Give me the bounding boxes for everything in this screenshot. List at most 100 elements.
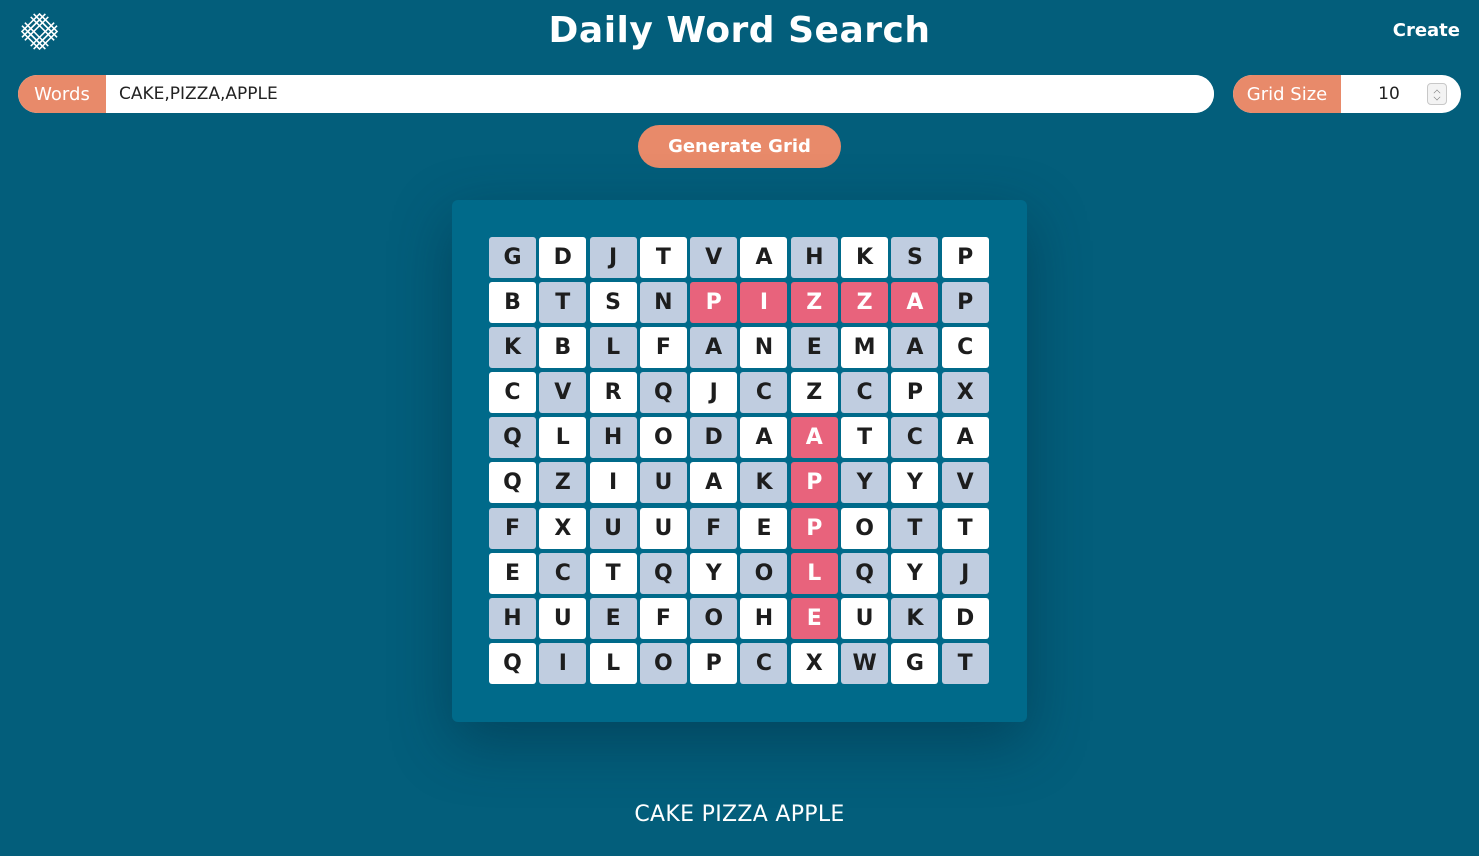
grid-cell[interactable]: Z — [841, 282, 889, 324]
grid-cell[interactable]: Q — [489, 462, 536, 504]
grid-cell[interactable]: Z — [790, 372, 838, 414]
grid-cell[interactable]: Y — [891, 462, 939, 504]
create-link[interactable]: Create — [1393, 20, 1460, 41]
grid-cell[interactable]: P — [941, 282, 989, 324]
grid-cell[interactable]: J — [690, 372, 738, 414]
grid-cell[interactable]: H — [489, 597, 536, 639]
grid-cell[interactable]: F — [639, 327, 687, 369]
grid-cell[interactable]: T — [941, 507, 989, 549]
letter-grid[interactable]: GDJTVAHKSPBTSNPIZZAPKBLFANEMACCVRQJCZCPX… — [489, 237, 989, 684]
grid-cell[interactable]: P — [941, 237, 989, 278]
grid-cell[interactable]: T — [539, 282, 587, 324]
grid-cell[interactable]: H — [589, 417, 637, 459]
grid-cell[interactable]: P — [790, 507, 838, 549]
grid-cell[interactable]: I — [740, 282, 788, 324]
grid-cell[interactable]: L — [589, 642, 637, 684]
grid-cell[interactable]: Z — [790, 282, 838, 324]
grid-cell[interactable]: U — [539, 597, 587, 639]
grid-cell[interactable]: P — [790, 462, 838, 504]
grid-cell[interactable]: K — [489, 327, 536, 369]
grid-cell[interactable]: E — [740, 507, 788, 549]
grid-cell[interactable]: O — [841, 507, 889, 549]
grid-cell[interactable]: B — [539, 327, 587, 369]
generate-grid-button[interactable]: Generate Grid — [638, 125, 841, 168]
grid-cell[interactable]: P — [891, 372, 939, 414]
grid-size-stepper[interactable] — [1427, 83, 1447, 105]
grid-cell[interactable]: I — [589, 462, 637, 504]
chevron-down-icon[interactable] — [1433, 93, 1441, 101]
grid-cell[interactable]: Y — [891, 552, 939, 594]
grid-cell[interactable]: V — [941, 462, 989, 504]
grid-cell[interactable]: X — [790, 642, 838, 684]
grid-cell[interactable]: W — [841, 642, 889, 684]
grid-cell[interactable]: L — [790, 552, 838, 594]
grid-cell[interactable]: P — [690, 282, 738, 324]
grid-cell[interactable]: Y — [690, 552, 738, 594]
grid-cell[interactable]: C — [941, 327, 989, 369]
grid-cell[interactable]: T — [639, 237, 687, 278]
grid-cell[interactable]: A — [790, 417, 838, 459]
grid-cell[interactable]: F — [489, 507, 536, 549]
grid-cell[interactable]: X — [539, 507, 587, 549]
grid-cell[interactable]: A — [690, 327, 738, 369]
grid-cell[interactable]: U — [589, 507, 637, 549]
grid-cell[interactable]: A — [740, 237, 788, 278]
grid-cell[interactable]: L — [589, 327, 637, 369]
grid-cell[interactable]: O — [639, 417, 687, 459]
grid-cell[interactable]: F — [690, 507, 738, 549]
grid-cell[interactable]: Z — [539, 462, 587, 504]
grid-cell[interactable]: E — [489, 552, 536, 594]
grid-cell[interactable]: G — [489, 237, 536, 278]
grid-cell[interactable]: F — [639, 597, 687, 639]
grid-cell[interactable]: C — [489, 372, 536, 414]
grid-cell[interactable]: V — [539, 372, 587, 414]
grid-cell[interactable]: K — [841, 237, 889, 278]
grid-cell[interactable]: P — [690, 642, 738, 684]
grid-cell[interactable]: I — [539, 642, 587, 684]
grid-cell[interactable]: E — [790, 597, 838, 639]
words-input[interactable] — [106, 75, 1214, 113]
grid-cell[interactable]: O — [690, 597, 738, 639]
grid-cell[interactable]: Q — [489, 417, 536, 459]
grid-cell[interactable]: V — [690, 237, 738, 278]
grid-cell[interactable]: E — [589, 597, 637, 639]
grid-cell[interactable]: Q — [639, 372, 687, 414]
grid-cell[interactable]: T — [941, 642, 989, 684]
grid-cell[interactable]: Q — [489, 642, 536, 684]
grid-cell[interactable]: K — [891, 597, 939, 639]
grid-cell[interactable]: O — [740, 552, 788, 594]
grid-cell[interactable]: N — [639, 282, 687, 324]
grid-cell[interactable]: N — [740, 327, 788, 369]
grid-cell[interactable]: C — [740, 642, 788, 684]
grid-cell[interactable]: M — [841, 327, 889, 369]
grid-cell[interactable]: C — [891, 417, 939, 459]
grid-cell[interactable]: D — [941, 597, 989, 639]
grid-cell[interactable]: R — [589, 372, 637, 414]
grid-cell[interactable]: T — [891, 507, 939, 549]
grid-cell[interactable]: S — [589, 282, 637, 324]
grid-cell[interactable]: O — [639, 642, 687, 684]
grid-cell[interactable]: S — [891, 237, 939, 278]
grid-cell[interactable]: Y — [841, 462, 889, 504]
grid-cell[interactable]: T — [841, 417, 889, 459]
grid-cell[interactable]: A — [941, 417, 989, 459]
grid-cell[interactable]: A — [891, 327, 939, 369]
grid-cell[interactable]: D — [539, 237, 587, 278]
grid-cell[interactable]: H — [790, 237, 838, 278]
grid-cell[interactable]: U — [841, 597, 889, 639]
grid-cell[interactable]: Q — [841, 552, 889, 594]
grid-cell[interactable]: G — [891, 642, 939, 684]
grid-cell[interactable]: D — [690, 417, 738, 459]
grid-cell[interactable]: T — [589, 552, 637, 594]
grid-cell[interactable]: H — [740, 597, 788, 639]
grid-cell[interactable]: U — [639, 462, 687, 504]
grid-cell[interactable]: J — [941, 552, 989, 594]
grid-cell[interactable]: L — [539, 417, 587, 459]
grid-cell[interactable]: X — [941, 372, 989, 414]
grid-size-value[interactable]: 10 — [1341, 75, 1437, 113]
grid-cell[interactable]: C — [539, 552, 587, 594]
grid-size-field[interactable]: 10 — [1341, 75, 1461, 113]
grid-cell[interactable]: A — [690, 462, 738, 504]
grid-cell[interactable]: J — [589, 237, 637, 278]
grid-cell[interactable]: U — [639, 507, 687, 549]
